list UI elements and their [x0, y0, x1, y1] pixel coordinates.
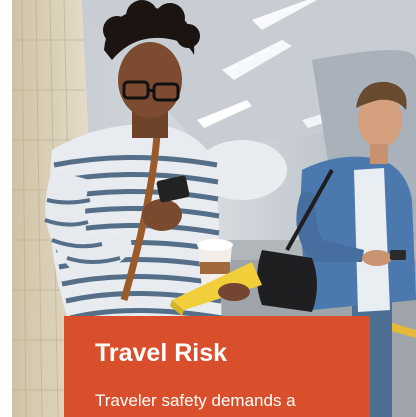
card-title: Travel Risk: [95, 339, 228, 367]
card-description: Traveler safety demands a dynamic respon…: [95, 391, 296, 417]
travel-risk-card[interactable]: Travel Risk Traveler safety demands a dy…: [64, 316, 370, 417]
page: Travel Risk Traveler safety demands a dy…: [0, 0, 416, 417]
